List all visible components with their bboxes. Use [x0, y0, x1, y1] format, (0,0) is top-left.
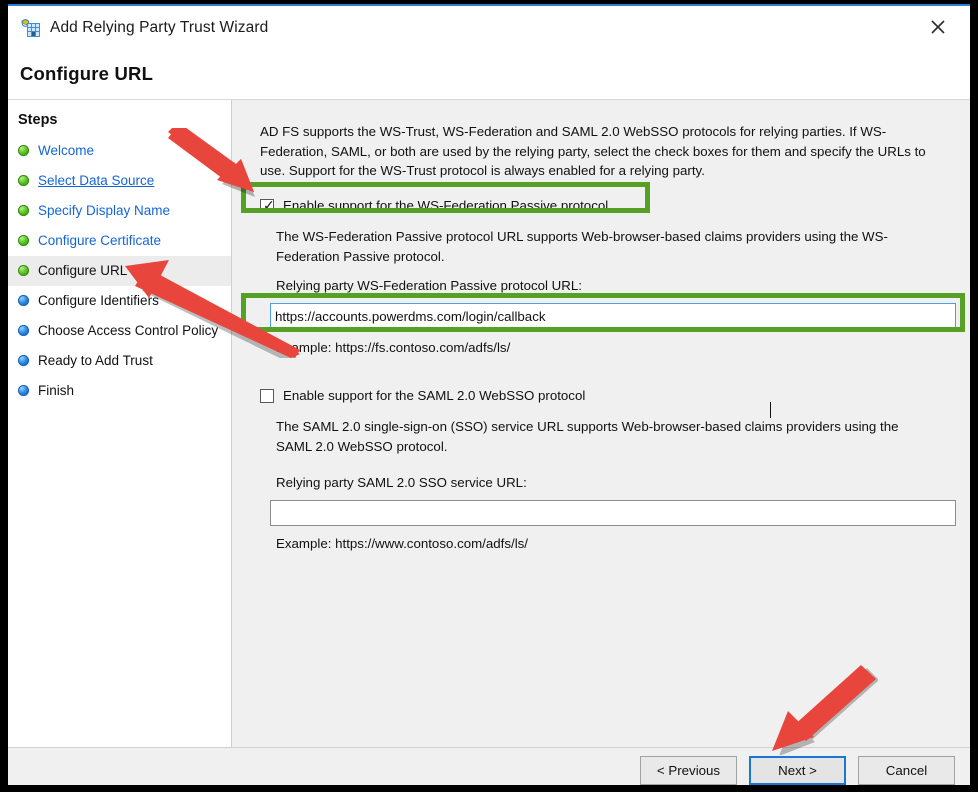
content-pane: AD FS supports the WS-Trust, WS-Federati… — [232, 100, 970, 747]
completed-step-bullet-icon — [18, 205, 29, 216]
saml-checkbox[interactable]: Enable support for the SAML 2.0 WebSSO p… — [260, 387, 585, 404]
pending-step-bullet-icon — [18, 385, 29, 396]
screenshot-root: Add Relying Party Trust Wizard Configure… — [0, 0, 978, 792]
previous-button[interactable]: < Previous — [640, 756, 737, 785]
sidebar-item-label: Configure Identifiers — [38, 293, 159, 308]
wsfed-description: The WS-Federation Passive protocol URL s… — [276, 229, 888, 264]
wsfed-url-input[interactable] — [270, 303, 956, 329]
adfs-relying-party-icon — [20, 19, 42, 39]
sidebar-item-label: Finish — [38, 383, 75, 398]
wsfed-example: Example: https://fs.contoso.com/adfs/ls/ — [276, 340, 511, 355]
title-bar: Add Relying Party Trust Wizard — [8, 6, 970, 52]
wsfed-url-label: Relying party WS-Federation Passive prot… — [276, 278, 582, 293]
steps-list: Welcome Select Data Source Specify Display… — [8, 136, 231, 406]
completed-step-bullet-icon — [18, 175, 29, 186]
cancel-button[interactable]: Cancel — [858, 756, 955, 785]
pending-step-bullet-icon — [18, 295, 29, 306]
sidebar-item-welcome[interactable]: Welcome — [8, 136, 231, 166]
steps-heading: Steps — [18, 112, 58, 128]
page-title: Configure URL — [20, 63, 154, 84]
saml-checkbox-box — [260, 389, 274, 403]
pending-step-bullet-icon — [18, 355, 29, 366]
sidebar-item-finish[interactable]: Finish — [8, 376, 231, 406]
intro-text: AD FS supports the WS-Trust, WS-Federati… — [260, 124, 926, 178]
sidebar-item-configure-certificate[interactable]: Configure Certificate — [8, 226, 231, 256]
window-title: Add Relying Party Trust Wizard — [50, 19, 269, 36]
checkmark-icon: ✓ — [263, 197, 275, 213]
sidebar-item-label: Ready to Add Trust — [38, 353, 153, 368]
wizard-body: Steps Welcome Select Data Source Specify D… — [8, 100, 970, 747]
completed-step-bullet-icon — [18, 145, 29, 156]
sidebar-item-label: Specify Display Name — [38, 203, 171, 218]
pending-step-bullet-icon — [18, 325, 29, 336]
sidebar-item-configure-identifiers[interactable]: Configure Identifiers — [8, 286, 231, 316]
close-icon — [931, 20, 945, 34]
wsfed-checkbox-box: ✓ — [260, 197, 275, 213]
saml-url-label: Relying party SAML 2.0 SSO service URL: — [276, 475, 527, 490]
sidebar-item-label: Configure URL — [38, 263, 128, 278]
sidebar-item-configure-url[interactable]: Configure URL — [8, 256, 231, 286]
steps-sidebar: Steps Welcome Select Data Source Specify D… — [8, 100, 232, 747]
sidebar-item-choose-access-control-policy[interactable]: Choose Access Control Policy — [8, 316, 231, 346]
close-button[interactable] — [916, 12, 960, 42]
saml-description: The SAML 2.0 single-sign-on (SSO) servic… — [276, 419, 899, 454]
wsfed-checkbox[interactable]: ✓ Enable support for the WS-Federation P… — [260, 197, 608, 214]
sidebar-item-label: Select Data Source — [38, 173, 155, 188]
sidebar-item-specify-display-name[interactable]: Specify Display Name — [8, 196, 231, 226]
completed-step-bullet-icon — [18, 265, 29, 276]
sidebar-item-label: Choose Access Control Policy — [38, 323, 219, 338]
sidebar-item-label: Welcome — [38, 143, 95, 158]
next-button[interactable]: Next > — [749, 756, 846, 785]
sidebar-item-label: Configure Certificate — [38, 233, 162, 248]
saml-url-input[interactable] — [270, 500, 956, 526]
saml-example: Example: https://www.contoso.com/adfs/ls… — [276, 536, 529, 551]
sidebar-item-ready-to-add-trust[interactable]: Ready to Add Trust — [8, 346, 231, 376]
wizard-window: Add Relying Party Trust Wizard Configure… — [8, 4, 970, 785]
wsfed-checkbox-label: Enable support for the WS-Federation Pas… — [283, 198, 609, 213]
completed-step-bullet-icon — [18, 235, 29, 246]
saml-checkbox-label: Enable support for the SAML 2.0 WebSSO p… — [283, 388, 586, 403]
sidebar-item-select-data-source[interactable]: Select Data Source — [8, 166, 231, 196]
text-caret — [770, 402, 771, 418]
wizard-footer: < Previous Next > Cancel — [8, 747, 970, 785]
